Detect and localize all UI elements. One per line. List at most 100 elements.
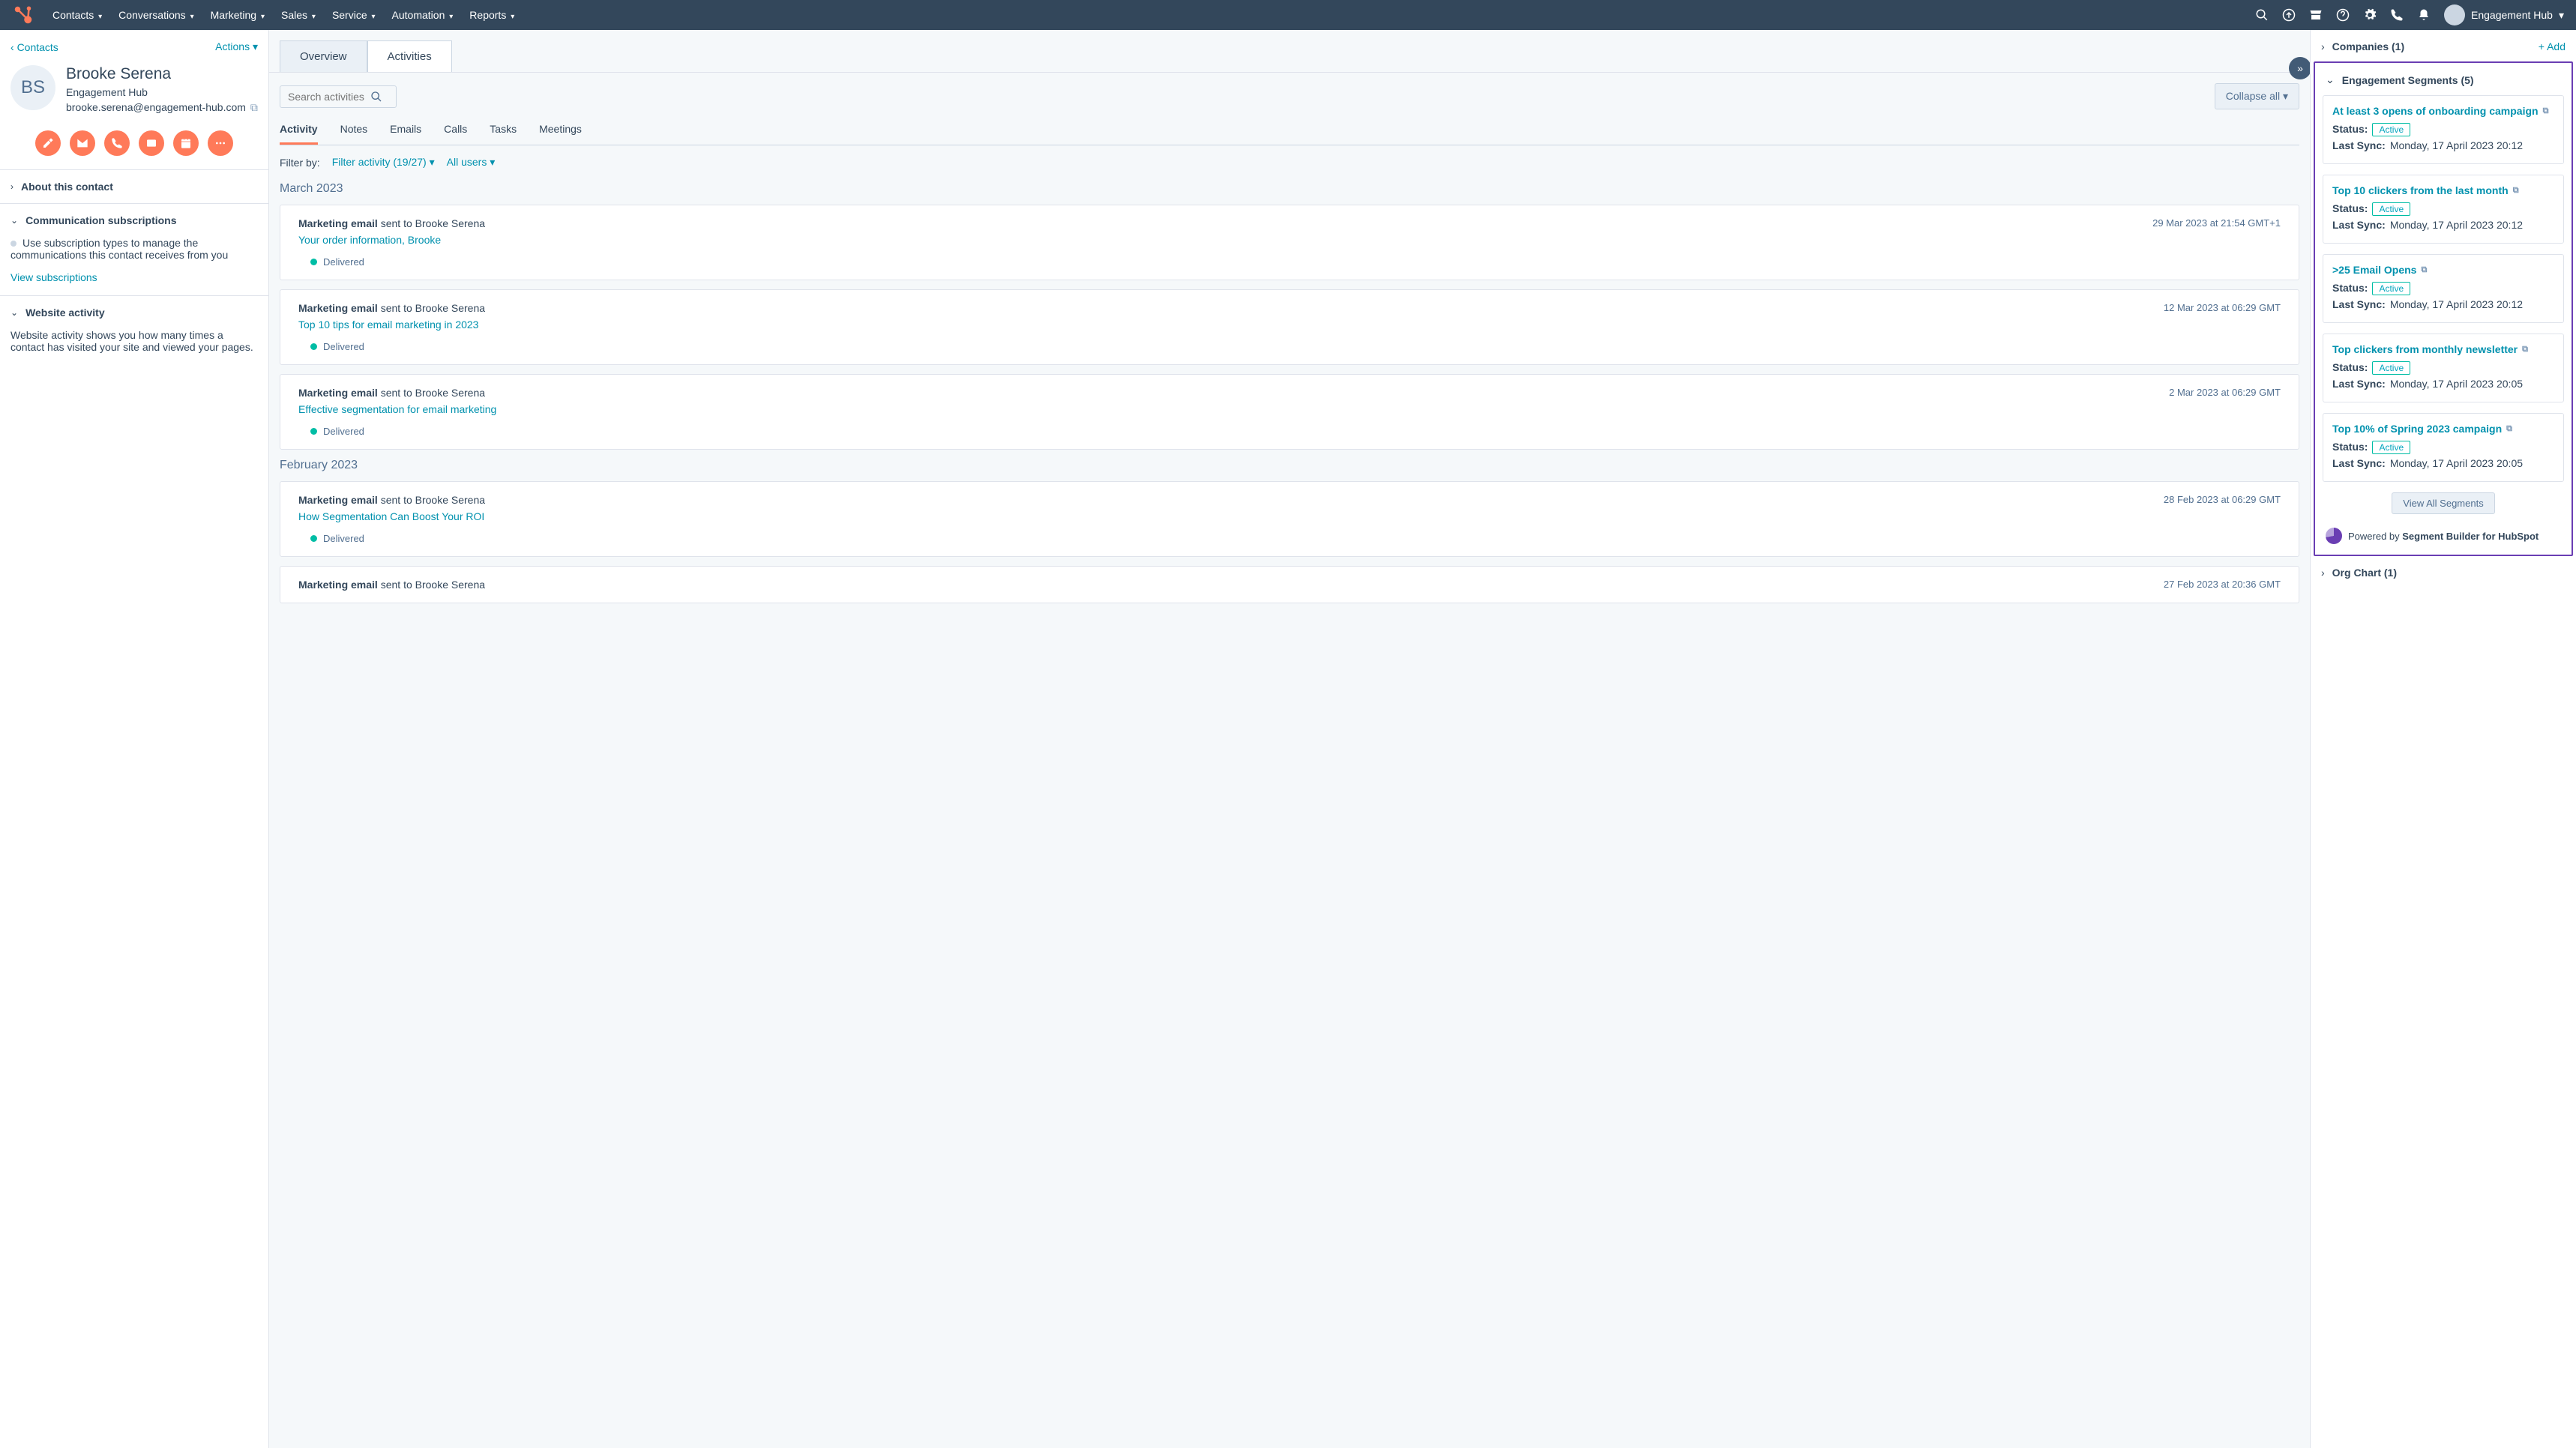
companies-toggle[interactable]: ›Companies (1) + Add	[2311, 30, 2576, 61]
activity-card[interactable]: Marketing email sent to Brooke Serena 29…	[280, 205, 2299, 280]
subtab-tasks[interactable]: Tasks	[490, 117, 517, 145]
activity-subject[interactable]: Top 10 tips for email marketing in 2023	[298, 319, 2281, 331]
about-section-toggle[interactable]: › About this contact	[0, 170, 268, 203]
search-icon[interactable]	[2255, 8, 2269, 22]
nav-automation[interactable]: Automation ▾	[392, 9, 454, 21]
subtab-activity[interactable]: Activity	[280, 117, 318, 145]
log-button[interactable]	[139, 130, 164, 156]
sync-value: Monday, 17 April 2023 20:05	[2390, 378, 2523, 390]
sync-value: Monday, 17 April 2023 20:05	[2390, 457, 2523, 469]
activity-date: 29 Mar 2023 at 21:54 GMT+1	[2152, 217, 2281, 229]
bullet-icon	[10, 241, 16, 247]
status-badge: Active	[2372, 361, 2410, 375]
subtab-calls[interactable]: Calls	[444, 117, 467, 145]
sync-label: Last Sync:	[2332, 219, 2386, 231]
segment-link[interactable]: Top 10% of Spring 2023 campaign ⧉	[2332, 423, 2554, 435]
status-badge: Active	[2372, 123, 2410, 136]
status-label: Status:	[2332, 123, 2368, 136]
help-icon[interactable]	[2336, 8, 2350, 22]
activity-recipient: sent to Brooke Serena	[381, 494, 485, 506]
phone-icon[interactable]	[2390, 8, 2404, 22]
sync-label: Last Sync:	[2332, 139, 2386, 151]
activity-card[interactable]: Marketing email sent to Brooke Serena 27…	[280, 566, 2299, 603]
web-section-toggle[interactable]: ⌄ Website activity	[0, 296, 268, 329]
email-button[interactable]	[70, 130, 95, 156]
segment-card: Top 10 clickers from the last month ⧉ Sta…	[2323, 175, 2564, 244]
segment-builder-icon	[2326, 528, 2342, 544]
view-all-segments-button[interactable]: View All Segments	[2392, 492, 2494, 514]
comm-section-toggle[interactable]: ⌄ Communication subscriptions	[0, 204, 268, 237]
note-button[interactable]	[35, 130, 61, 156]
status-badge: Active	[2372, 441, 2410, 454]
contact-email: brooke.serena@engagement-hub.com	[66, 101, 246, 113]
search-activities[interactable]	[280, 85, 397, 108]
powered-by: Powered by Segment Builder for HubSpot	[2323, 528, 2564, 544]
segment-link[interactable]: Top clickers from monthly newsletter ⧉	[2332, 343, 2554, 355]
nav-sales[interactable]: Sales ▾	[281, 9, 316, 21]
segment-link[interactable]: At least 3 opens of onboarding campaign …	[2332, 105, 2554, 117]
nav-service[interactable]: Service ▾	[332, 9, 376, 21]
add-company-link[interactable]: + Add	[2539, 40, 2566, 52]
sync-label: Last Sync:	[2332, 457, 2386, 469]
collapse-all-button[interactable]: Collapse all ▾	[2215, 83, 2299, 109]
account-picker[interactable]: Engagement Hub ▾	[2444, 4, 2564, 25]
contact-org: Engagement Hub	[66, 86, 258, 98]
subtab-notes[interactable]: Notes	[340, 117, 368, 145]
contact-name: Brooke Serena	[66, 65, 258, 83]
status-label: Status:	[2332, 202, 2368, 216]
nav-marketing[interactable]: Marketing ▾	[211, 9, 265, 21]
sync-value: Monday, 17 April 2023 20:12	[2390, 298, 2523, 310]
back-link[interactable]: ‹ Contacts	[10, 41, 58, 53]
activity-card[interactable]: Marketing email sent to Brooke Serena 28…	[280, 481, 2299, 557]
activity-card[interactable]: Marketing email sent to Brooke Serena 2 …	[280, 374, 2299, 450]
activity-status: Delivered	[323, 533, 364, 544]
copy-icon[interactable]: ⧉	[250, 101, 258, 113]
more-button[interactable]	[208, 130, 233, 156]
status-dot-icon	[310, 343, 317, 350]
orgchart-toggle[interactable]: ›Org Chart (1)	[2311, 556, 2576, 588]
associations-panel: ›Companies (1) + Add ⌄Engagement Segment…	[2310, 30, 2576, 1448]
actions-dropdown[interactable]: Actions ▾	[215, 40, 258, 53]
engagement-segments-panel: ⌄Engagement Segments (5) At least 3 open…	[2314, 61, 2573, 556]
bell-icon[interactable]	[2417, 8, 2431, 22]
filter-activity-dropdown[interactable]: Filter activity (19/27) ▾	[332, 156, 435, 169]
settings-icon[interactable]	[2363, 8, 2377, 22]
activity-subject[interactable]: Your order information, Brooke	[298, 234, 2281, 246]
logo-icon[interactable]	[12, 4, 52, 26]
upload-icon[interactable]	[2282, 8, 2296, 22]
activity-card[interactable]: Marketing email sent to Brooke Serena 12…	[280, 289, 2299, 365]
segment-card: Top clickers from monthly newsletter ⧉St…	[2323, 334, 2564, 402]
activity-date: 27 Feb 2023 at 20:36 GMT	[2164, 579, 2281, 590]
chevron-right-icon: ›	[2321, 40, 2325, 52]
activity-subject[interactable]: Effective segmentation for email marketi…	[298, 403, 2281, 415]
activity-type: Marketing email	[298, 217, 378, 229]
activity-panel: » Overview Activities Collapse all ▾ Act…	[269, 30, 2310, 1448]
sync-label: Last Sync:	[2332, 298, 2386, 310]
subtab-meetings[interactable]: Meetings	[539, 117, 582, 145]
activity-subject[interactable]: How Segmentation Can Boost Your ROI	[298, 510, 2281, 522]
activity-date: 12 Mar 2023 at 06:29 GMT	[2164, 302, 2281, 313]
segment-link[interactable]: Top 10 clickers from the last month ⧉	[2332, 184, 2554, 196]
chevron-right-icon: ›	[10, 181, 13, 192]
segment-link[interactable]: >25 Email Opens ⧉	[2332, 264, 2554, 276]
nav-conversations[interactable]: Conversations ▾	[118, 9, 193, 21]
chevron-down-icon: ⌄	[10, 307, 18, 318]
task-button[interactable]	[173, 130, 199, 156]
segments-toggle[interactable]: ⌄Engagement Segments (5)	[2323, 63, 2564, 95]
status-dot-icon	[310, 428, 317, 435]
tab-overview[interactable]: Overview	[280, 40, 367, 72]
tab-activities[interactable]: Activities	[367, 40, 452, 72]
marketplace-icon[interactable]	[2309, 8, 2323, 22]
nav-contacts[interactable]: Contacts ▾	[52, 9, 102, 21]
subtab-emails[interactable]: Emails	[390, 117, 421, 145]
contact-avatar: BS	[10, 65, 55, 110]
external-link-icon: ⧉	[2513, 186, 2519, 196]
filter-users-dropdown[interactable]: All users ▾	[447, 156, 496, 169]
external-link-icon: ⧉	[2543, 106, 2549, 116]
collapse-right-button[interactable]: »	[2289, 57, 2310, 79]
call-button[interactable]	[104, 130, 130, 156]
search-input[interactable]	[288, 91, 370, 103]
activity-date: 28 Feb 2023 at 06:29 GMT	[2164, 494, 2281, 505]
view-subscriptions-link[interactable]: View subscriptions	[10, 271, 258, 283]
nav-reports[interactable]: Reports ▾	[469, 9, 514, 21]
